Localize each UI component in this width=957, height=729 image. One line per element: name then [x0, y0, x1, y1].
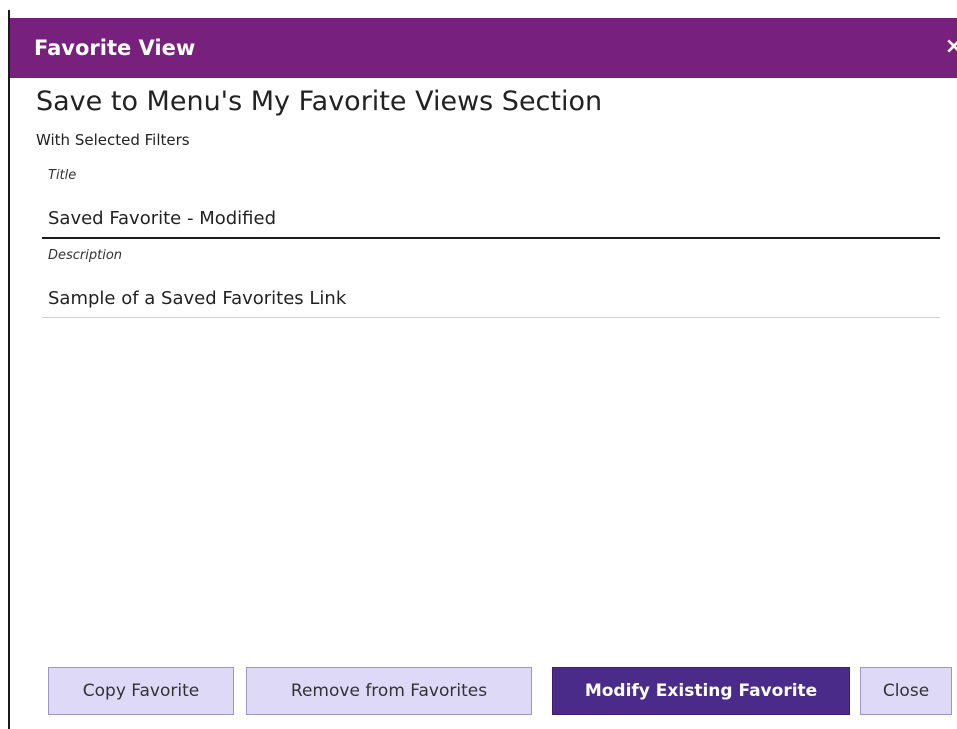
close-button[interactable]: Close	[860, 667, 952, 715]
dialog-title: Favorite View	[34, 36, 196, 60]
title-field-label: Title	[48, 168, 77, 183]
page-title: Save to Menu's My Favorite Views Section	[36, 86, 603, 117]
copy-favorite-button[interactable]: Copy Favorite	[48, 667, 234, 715]
modify-existing-favorite-button[interactable]: Modify Existing Favorite	[552, 667, 850, 715]
description-field[interactable]	[42, 280, 940, 318]
title-field[interactable]	[42, 199, 940, 239]
remove-from-favorites-button[interactable]: Remove from Favorites	[246, 667, 532, 715]
description-field-label: Description	[48, 248, 123, 263]
dialog-titlebar: Favorite View ×	[10, 18, 957, 78]
close-icon[interactable]: ×	[945, 34, 957, 59]
window-top-edge	[0, 0, 957, 10]
favorite-view-dialog: Favorite View × Save to Menu's My Favori…	[8, 10, 957, 729]
page-subtitle: With Selected Filters	[36, 131, 190, 149]
